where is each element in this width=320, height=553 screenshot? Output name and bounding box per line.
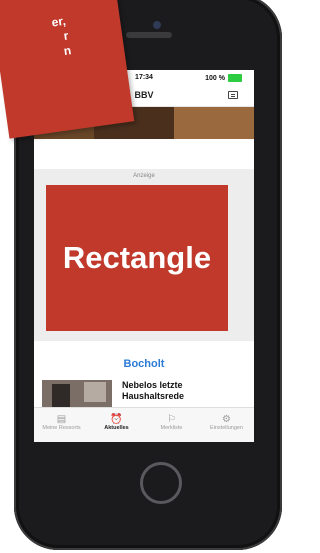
ad-area: Anzeige Rectangle [34,169,254,341]
tab-merkliste[interactable]: ⚐ Merkliste [144,408,199,442]
tab-label: Aktuelles [104,425,129,431]
battery-percentage: 100 % [205,74,225,82]
callout-text: er, r n [3,7,118,67]
tab-bar: ▤ Meine Ressorts ⏰ Aktuelles ⚐ Merkliste… [34,407,254,442]
news-thumbnail [42,380,112,410]
tab-label: Einstellungen [209,425,244,431]
battery-icon [228,74,242,82]
bookmark-icon: ⚐ [167,414,176,425]
front-camera [153,21,161,29]
news-title: Nebelos letzte Haushaltsrede [122,380,185,401]
section-title[interactable]: Bocholt [34,358,254,370]
tab-label: Meine Ressorts [42,425,81,431]
red-callout-label: er, r n [0,0,135,139]
status-battery: 100 % [205,74,242,82]
gear-icon: ⚙ [222,414,231,425]
list-item[interactable]: Nebelos letzte Haushaltsrede [34,380,254,410]
earpiece-speaker [126,32,172,38]
spacer [34,139,254,169]
home-button[interactable] [140,462,182,504]
ad-label: Anzeige [133,173,155,179]
ad-placeholder-rectangle[interactable]: Rectangle [46,185,228,331]
tab-einstellungen[interactable]: ⚙ Einstellungen [199,408,254,442]
tab-meine-ressorts[interactable]: ▤ Meine Ressorts [34,408,89,442]
tab-aktuelles[interactable]: ⏰ Aktuelles [89,408,144,442]
tab-label: Merkliste [160,425,183,431]
alarm-clock-icon: ⏰ [110,414,123,425]
resorts-icon: ▤ [56,414,67,425]
newspaper-icon[interactable] [228,91,238,99]
